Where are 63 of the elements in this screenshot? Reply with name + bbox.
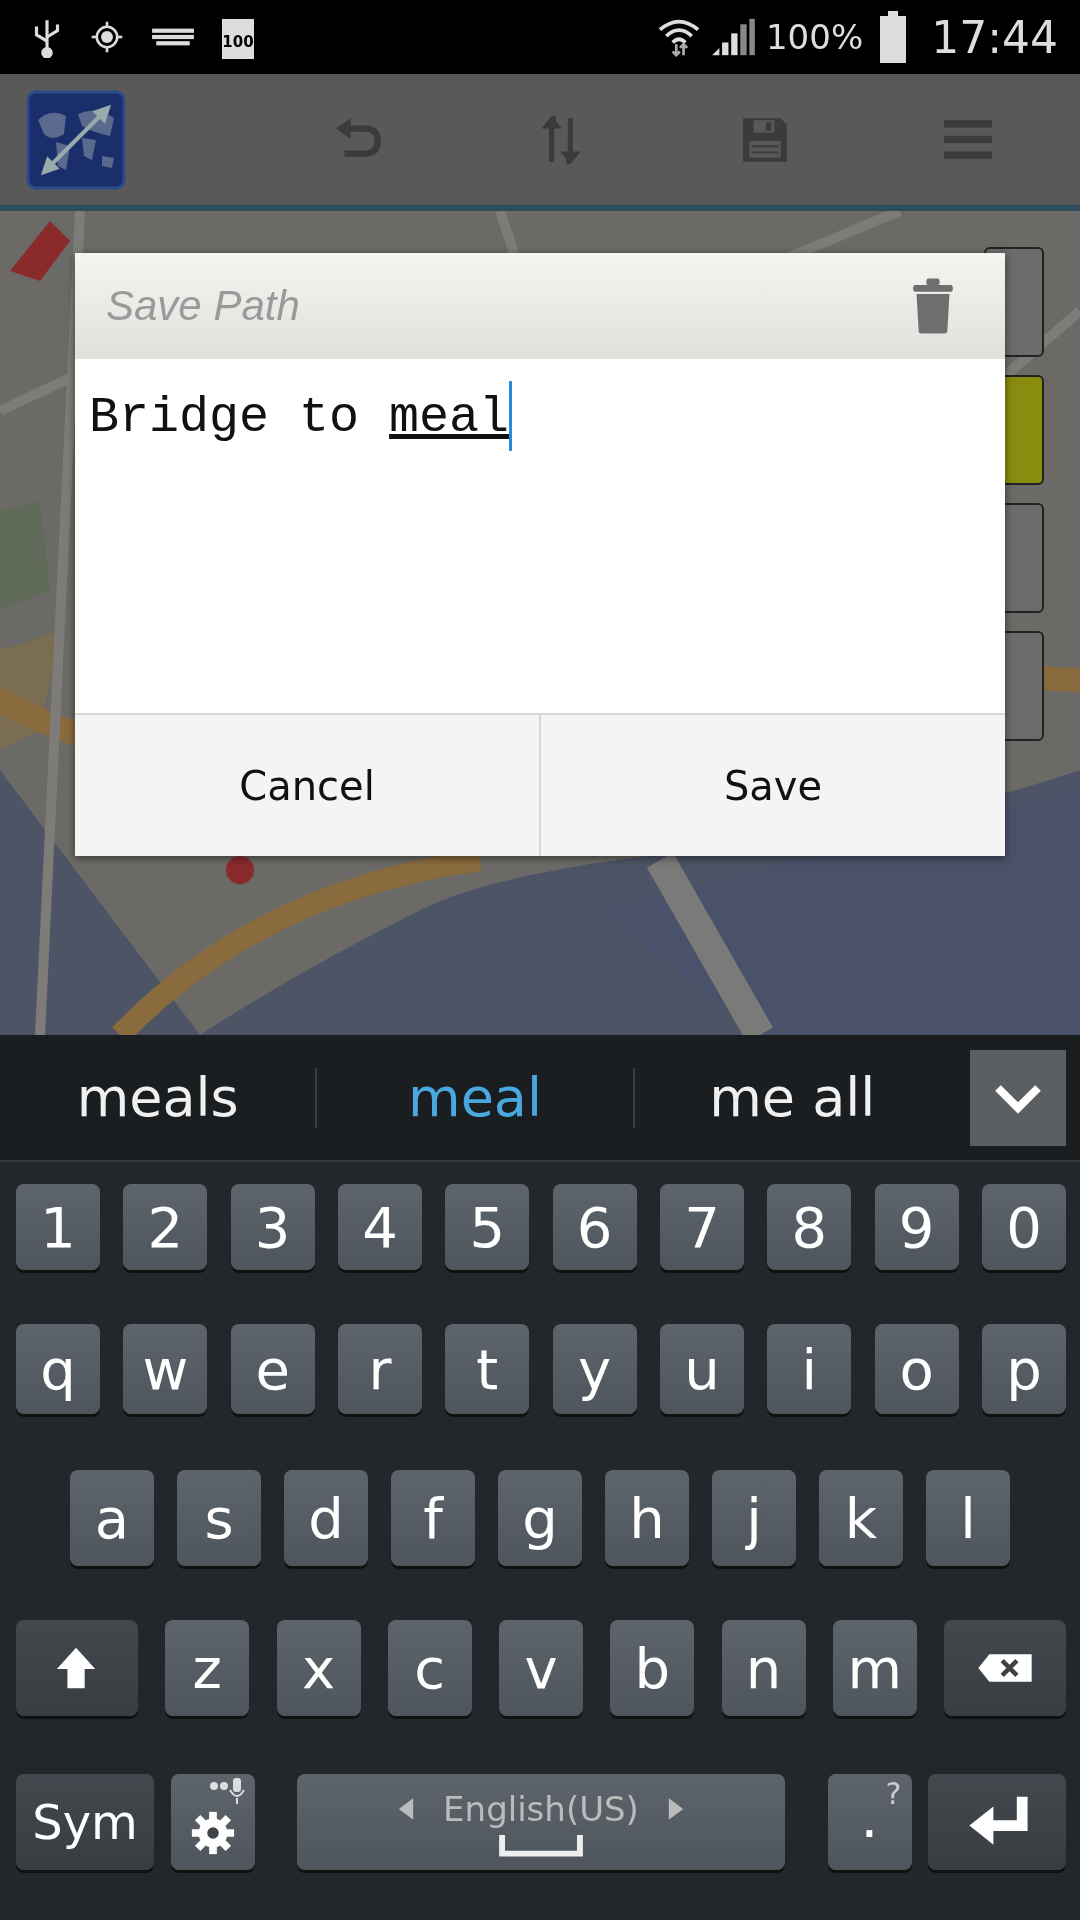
key-hint: ? [885,1776,902,1811]
key[interactable]: 2 [123,1184,208,1270]
key[interactable]: 9 [874,1184,959,1270]
key[interactable]: q [16,1324,100,1414]
wifi-icon [656,17,702,57]
key[interactable]: u [659,1324,744,1414]
settings-key[interactable] [170,1774,255,1870]
key[interactable]: i [767,1324,852,1414]
key[interactable]: v [499,1620,583,1716]
key[interactable]: g [498,1470,582,1566]
key[interactable]: 7 [659,1184,744,1270]
chevron-down-icon[interactable] [970,1049,1066,1146]
shift-key[interactable] [16,1620,138,1716]
clock: 17:44 [931,11,1058,63]
key[interactable]: l [926,1470,1010,1566]
suggestion[interactable]: me all [634,1066,950,1129]
save-button[interactable]: Save [539,715,1005,856]
text-input-field[interactable]: Bridge to meal [75,359,1005,713]
key[interactable]: y [552,1324,637,1414]
key[interactable]: 5 [445,1184,530,1270]
key[interactable]: 8 [767,1184,852,1270]
key[interactable]: p [981,1324,1066,1414]
dialog-title: Save Path [106,282,300,330]
key[interactable]: a [70,1470,154,1566]
period-key[interactable]: ? . [827,1774,912,1870]
key[interactable]: h [605,1470,689,1566]
backspace-key[interactable] [944,1620,1066,1716]
key-label: . [860,1784,879,1850]
suggestion[interactable]: meal [317,1066,633,1129]
language-label: English(US) [443,1789,639,1829]
key[interactable]: c [387,1620,472,1716]
key[interactable]: b [610,1620,695,1716]
battery-icon [879,11,908,63]
key[interactable]: 0 [981,1184,1066,1270]
world-map-icon[interactable] [26,89,126,190]
suggestion[interactable]: meals [0,1066,316,1129]
battery-percent: 100% [766,17,864,57]
key[interactable]: t [445,1324,530,1414]
key[interactable]: d [284,1470,368,1566]
key[interactable]: w [123,1324,208,1414]
key[interactable]: o [874,1324,959,1414]
key[interactable]: 1 [16,1184,100,1270]
cancel-button[interactable]: Cancel [75,715,539,856]
key[interactable]: j [712,1470,796,1566]
key[interactable]: e [230,1324,315,1414]
key[interactable]: m [832,1620,917,1716]
signal-icon [710,17,756,57]
left-arrow-icon [397,1796,416,1822]
key[interactable]: 3 [230,1184,315,1270]
key[interactable]: r [338,1324,422,1414]
key[interactable]: x [276,1620,361,1716]
key[interactable]: f [391,1470,475,1566]
key[interactable]: z [165,1620,250,1716]
key[interactable]: s [177,1470,261,1566]
key[interactable]: k [819,1470,903,1566]
sym-key[interactable]: Sym [16,1774,154,1870]
right-arrow-icon [666,1796,685,1822]
key[interactable]: n [721,1620,806,1716]
key[interactable]: 6 [552,1184,637,1270]
enter-key[interactable] [928,1774,1066,1870]
trash-icon[interactable] [911,278,955,334]
space-key[interactable]: English(US) [297,1774,785,1870]
key[interactable]: 4 [338,1184,422,1270]
